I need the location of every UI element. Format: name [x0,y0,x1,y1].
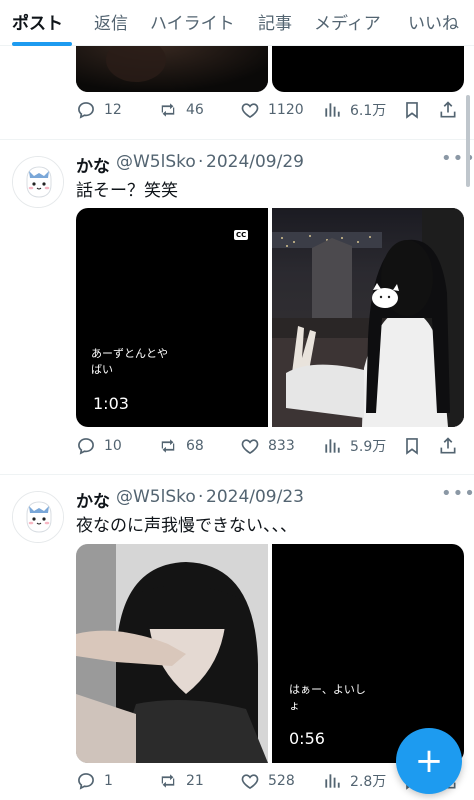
post-item[interactable]: かな @W5lSko · 2024/09/29 ••• 話そー？笑笑 CC あー… [0,140,474,474]
heart-icon [241,774,259,790]
video-duration: 0:56 [289,729,325,748]
share-button[interactable] [438,436,458,456]
post-actions: 10 68 833 5.9万 [76,436,464,460]
repost-count: 21 [186,773,204,789]
view-count: 2.8万 [350,774,387,790]
views-button[interactable]: 2.8万 [322,771,386,791]
heart-icon [241,439,259,455]
bookmark-button[interactable] [402,100,422,120]
repost-icon [161,774,175,788]
tab-replies[interactable]: 返信 [94,9,128,34]
share-icon [440,101,456,118]
profile-tab-bar: ポスト 返信 ハイライト 記事 メディア いいね [0,0,474,46]
reply-count: 10 [104,438,122,454]
bookmark-icon [406,438,418,455]
post-date[interactable]: 2024/09/29 [206,152,304,172]
reply-count: 12 [104,102,122,118]
repost-count: 68 [186,438,204,454]
tab-posts[interactable]: ポスト [12,9,63,34]
post-image[interactable] [76,544,268,763]
scrollbar[interactable] [466,95,470,187]
avatar[interactable] [12,156,64,208]
repost-icon [161,103,175,117]
video-duration: 1:03 [93,394,129,413]
like-count: 528 [268,773,295,789]
view-count: 6.1万 [350,103,387,119]
views-icon [325,439,340,453]
like-count: 1120 [268,102,304,118]
reply-icon [78,773,94,790]
post-text: 夜なのに声我慢できない、、、 [76,516,297,536]
tab-media[interactable]: メディア [314,9,381,34]
view-count: 5.9万 [350,439,387,455]
views-icon [325,103,340,117]
like-button[interactable]: 528 [240,771,295,791]
repost-button[interactable]: 68 [158,436,204,456]
bookmark-button[interactable] [402,436,422,456]
separator-dot: · [198,152,204,172]
views-button[interactable]: 6.1万 [322,100,386,120]
post-text: 話そー？笑笑 [76,181,178,201]
post-video[interactable]: CC あーずとんとや ばい 1:03 [76,208,268,427]
reply-icon [78,102,94,119]
reply-button[interactable]: 10 [76,436,122,456]
chiikawa-avatar-icon [13,157,63,207]
post-actions: 12 46 1120 6.1万 [76,100,464,124]
reply-button[interactable]: 1 [76,771,113,791]
heart-icon [241,103,259,119]
tab-likes[interactable]: いいね [408,9,459,34]
avatar[interactable] [12,491,64,543]
post-date[interactable]: 2024/09/23 [206,487,304,507]
active-tab-indicator [12,42,72,46]
post-image[interactable] [272,208,464,427]
repost-count: 46 [186,102,204,118]
like-count: 833 [268,438,295,454]
reply-count: 1 [104,773,113,789]
repost-button[interactable]: 46 [158,100,204,120]
post-image-photo [272,208,464,427]
share-button[interactable] [438,100,458,120]
more-options-icon[interactable]: ••• [441,483,474,504]
reply-button[interactable]: 12 [76,100,122,120]
like-button[interactable]: 1120 [240,100,304,120]
repost-button[interactable]: 21 [158,771,204,791]
bookmark-icon [406,102,418,119]
share-icon [440,437,456,454]
views-button[interactable]: 5.9万 [322,436,386,456]
video-caption: はぁー、よいし ょ [289,683,366,712]
like-button[interactable]: 833 [240,436,295,456]
compose-post-button[interactable]: + [396,728,462,794]
user-handle[interactable]: @W5lSko [116,152,196,172]
video-caption: あーずとんとや ばい [91,347,168,376]
chiikawa-avatar-icon [13,492,63,542]
user-handle[interactable]: @W5lSko [116,487,196,507]
post-image-photo [76,544,268,763]
closed-caption-icon: CC [234,230,249,240]
tab-articles[interactable]: 記事 [258,9,292,34]
separator-dot: · [198,487,204,507]
display-name[interactable]: かな [76,152,110,177]
repost-icon [161,439,175,453]
tab-highlights[interactable]: ハイライト [150,9,235,34]
plus-icon: + [414,741,444,781]
views-icon [325,774,340,788]
display-name[interactable]: かな [76,487,110,512]
reply-icon [78,438,94,455]
